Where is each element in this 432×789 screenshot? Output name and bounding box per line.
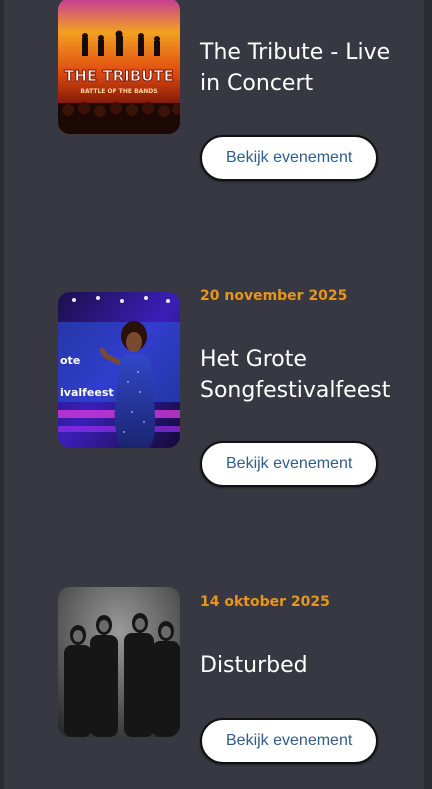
event-card: THE TRIBUTE BATTLE OF THE BANDS The Trib… xyxy=(58,0,398,190)
event-date: 20 november 2025 xyxy=(200,288,348,304)
event-title[interactable]: Het Grote Songfestivalfeest xyxy=(200,344,400,406)
songfestival-photo: ote ivalfeest xyxy=(58,292,180,448)
event-title[interactable]: Disturbed xyxy=(200,650,400,681)
events-list: THE TRIBUTE BATTLE OF THE BANDS The Trib… xyxy=(4,0,424,789)
songfestival-screen-text-2: ivalfeest xyxy=(60,386,114,399)
tribute-poster: THE TRIBUTE BATTLE OF THE BANDS xyxy=(58,0,180,134)
event-card: 14 oktober 2025 Disturbed Bekijk eveneme… xyxy=(58,582,398,782)
tribute-poster-subtitle: BATTLE OF THE BANDS xyxy=(80,88,157,95)
event-image-disturbed[interactable] xyxy=(58,587,180,737)
view-event-button[interactable]: Bekijk evenement xyxy=(200,718,379,764)
event-title[interactable]: The Tribute - Live in Concert xyxy=(200,37,400,99)
event-image-tribute[interactable]: THE TRIBUTE BATTLE OF THE BANDS xyxy=(58,0,180,134)
event-image-songfestival[interactable]: ote ivalfeest xyxy=(58,292,180,448)
tribute-poster-title: THE TRIBUTE xyxy=(64,67,174,85)
disturbed-band-photo xyxy=(58,587,180,737)
songfestival-screen-text-1: ote xyxy=(60,354,80,367)
view-event-button[interactable]: Bekijk evenement xyxy=(200,135,379,181)
view-event-button[interactable]: Bekijk evenement xyxy=(200,441,379,487)
event-date: 14 oktober 2025 xyxy=(200,594,330,610)
event-card: ote ivalfeest 20 november 2025 Het Grote… xyxy=(58,286,398,496)
